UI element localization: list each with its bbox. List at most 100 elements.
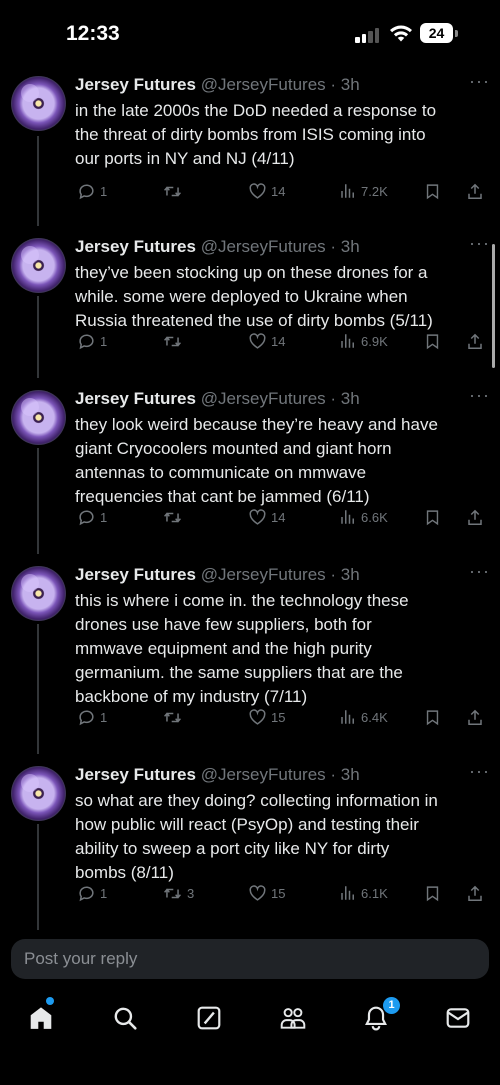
tab-messages[interactable] <box>438 1000 478 1036</box>
share-icon <box>466 182 484 201</box>
cellular-signal-icon <box>355 27 381 43</box>
repost-icon <box>162 884 183 903</box>
heart-icon <box>248 332 267 351</box>
share-button[interactable] <box>466 884 484 903</box>
repost-button[interactable] <box>162 182 187 201</box>
reply-composer[interactable] <box>11 939 489 979</box>
messages-icon <box>446 1008 470 1028</box>
more-options-icon[interactable]: ··· <box>469 385 490 406</box>
bookmark-button[interactable] <box>424 708 441 727</box>
tab-grok[interactable] <box>189 1000 229 1036</box>
avatar[interactable] <box>11 566 66 621</box>
like-count: 14 <box>271 510 286 525</box>
reply-count: 1 <box>100 710 108 725</box>
views-button[interactable]: 6.9K <box>339 332 388 350</box>
author-handle-time: @JerseyFutures · 3h <box>200 765 360 784</box>
share-button[interactable] <box>466 332 484 351</box>
author-name[interactable]: Jersey Futures <box>75 765 196 784</box>
repost-icon <box>162 182 183 201</box>
author-handle-time: @JerseyFutures · 3h <box>200 389 360 408</box>
heart-icon <box>248 508 267 527</box>
bookmark-button[interactable] <box>424 182 441 201</box>
bookmark-icon <box>424 182 441 201</box>
heart-icon <box>248 708 267 727</box>
repost-icon <box>162 332 183 351</box>
more-options-icon[interactable]: ··· <box>469 761 490 782</box>
tweet-header: Jersey Futures @JerseyFutures · 3h <box>75 765 360 785</box>
like-button[interactable]: 15 <box>248 884 285 903</box>
repost-icon <box>162 708 183 727</box>
battery-indicator: 24 <box>420 23 453 43</box>
bottom-tab-bar <box>0 990 500 1045</box>
thread-connector-line <box>37 624 39 754</box>
tweet-text: they look weird because they’re heavy an… <box>75 415 438 506</box>
share-button[interactable] <box>466 508 484 527</box>
views-button[interactable]: 7.2K <box>339 182 388 200</box>
battery-tip <box>455 30 458 37</box>
tweet-header: Jersey Futures @JerseyFutures · 3h <box>75 237 360 257</box>
tab-communities[interactable] <box>273 1000 313 1036</box>
reply-button[interactable]: 1 <box>77 508 107 527</box>
repost-button[interactable] <box>162 708 187 727</box>
reply-button[interactable]: 1 <box>77 332 107 351</box>
author-name[interactable]: Jersey Futures <box>75 75 196 94</box>
tweet-header: Jersey Futures @JerseyFutures · 3h <box>75 75 360 95</box>
author-name[interactable]: Jersey Futures <box>75 565 196 584</box>
like-button[interactable]: 14 <box>248 182 285 201</box>
reply-count: 1 <box>100 886 108 901</box>
author-handle-time: @JerseyFutures · 3h <box>200 237 360 256</box>
tweet-actions: 1 14 6.6K <box>0 508 500 532</box>
tweet-text: this is where i come in. the technology … <box>75 591 409 706</box>
wifi-icon <box>390 25 412 42</box>
thread-connector-line <box>37 448 39 554</box>
like-button[interactable]: 14 <box>248 332 285 351</box>
reply-icon <box>77 508 96 527</box>
search-icon <box>114 1007 137 1030</box>
views-chart-icon <box>339 708 357 726</box>
view-count: 6.6K <box>361 509 388 525</box>
avatar[interactable] <box>11 76 66 131</box>
more-options-icon[interactable]: ··· <box>469 561 490 582</box>
view-count: 6.4K <box>361 709 388 725</box>
tab-search[interactable] <box>105 1000 145 1036</box>
views-button[interactable]: 6.4K <box>339 708 388 726</box>
bookmark-button[interactable] <box>424 884 441 903</box>
tab-home[interactable] <box>21 1000 61 1036</box>
repost-button[interactable] <box>162 508 187 527</box>
like-button[interactable]: 15 <box>248 708 285 727</box>
reply-input[interactable] <box>11 939 489 979</box>
heart-icon <box>248 884 267 903</box>
share-button[interactable] <box>466 182 484 201</box>
reply-count: 1 <box>100 334 108 349</box>
tweet-actions: 1 15 6.4K <box>0 708 500 732</box>
bookmark-button[interactable] <box>424 332 441 351</box>
author-name[interactable]: Jersey Futures <box>75 237 196 256</box>
more-options-icon[interactable]: ··· <box>469 71 490 92</box>
avatar[interactable] <box>11 390 66 445</box>
repost-button[interactable]: 3 <box>162 884 194 903</box>
scrollbar[interactable] <box>492 244 495 368</box>
avatar[interactable] <box>11 238 66 293</box>
thread-connector-line <box>37 136 39 226</box>
status-bar: 12:33 24 <box>0 0 500 66</box>
tweet-text: so what are they doing? collecting infor… <box>75 791 438 882</box>
thread-timeline[interactable]: Jersey Futures @JerseyFutures · 3h ··· in … <box>0 66 500 930</box>
repost-button[interactable] <box>162 332 187 351</box>
reply-icon <box>77 884 96 903</box>
more-options-icon[interactable]: ··· <box>469 233 490 254</box>
home-icon <box>30 1007 52 1029</box>
author-name[interactable]: Jersey Futures <box>75 389 196 408</box>
reply-button[interactable]: 1 <box>77 708 107 727</box>
reply-button[interactable]: 1 <box>77 182 107 201</box>
view-count: 6.1K <box>361 885 388 901</box>
reply-icon <box>77 332 96 351</box>
tweet-header: Jersey Futures @JerseyFutures · 3h <box>75 389 360 409</box>
views-button[interactable]: 6.1K <box>339 884 388 902</box>
reply-button[interactable]: 1 <box>77 884 107 903</box>
bookmark-button[interactable] <box>424 508 441 527</box>
thread-connector-line <box>37 824 39 930</box>
avatar[interactable] <box>11 766 66 821</box>
share-button[interactable] <box>466 708 484 727</box>
like-button[interactable]: 14 <box>248 508 285 527</box>
views-button[interactable]: 6.6K <box>339 508 388 526</box>
